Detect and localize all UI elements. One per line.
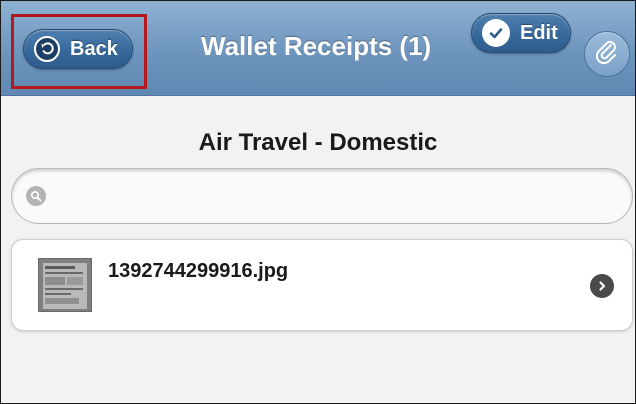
category-title: Air Travel - Domestic <box>198 129 438 156</box>
paperclip-icon <box>594 39 620 70</box>
back-arrow-icon <box>34 36 60 62</box>
back-button-label: Back <box>70 37 118 60</box>
header-bar: Back Wallet Receipts (1) Edit <box>1 1 635 96</box>
receipt-filename: 1392744299916.jpg <box>108 260 289 282</box>
search-icon <box>26 186 46 206</box>
receipt-thumbnail <box>38 258 92 312</box>
search-input[interactable] <box>56 181 620 213</box>
search-bar[interactable] <box>11 168 633 224</box>
chevron-right-icon <box>590 274 614 298</box>
page-title: Wallet Receipts (1) <box>201 31 432 61</box>
back-button[interactable]: Back <box>23 29 133 69</box>
app-screen: Back Wallet Receipts (1) Edit Air Travel… <box>0 0 636 404</box>
edit-button-label: Edit <box>520 21 558 44</box>
edit-button[interactable]: Edit <box>471 13 571 53</box>
checkmark-icon <box>482 19 510 47</box>
receipt-list-item[interactable]: 1392744299916.jpg <box>11 239 633 331</box>
attach-button[interactable] <box>584 31 630 77</box>
